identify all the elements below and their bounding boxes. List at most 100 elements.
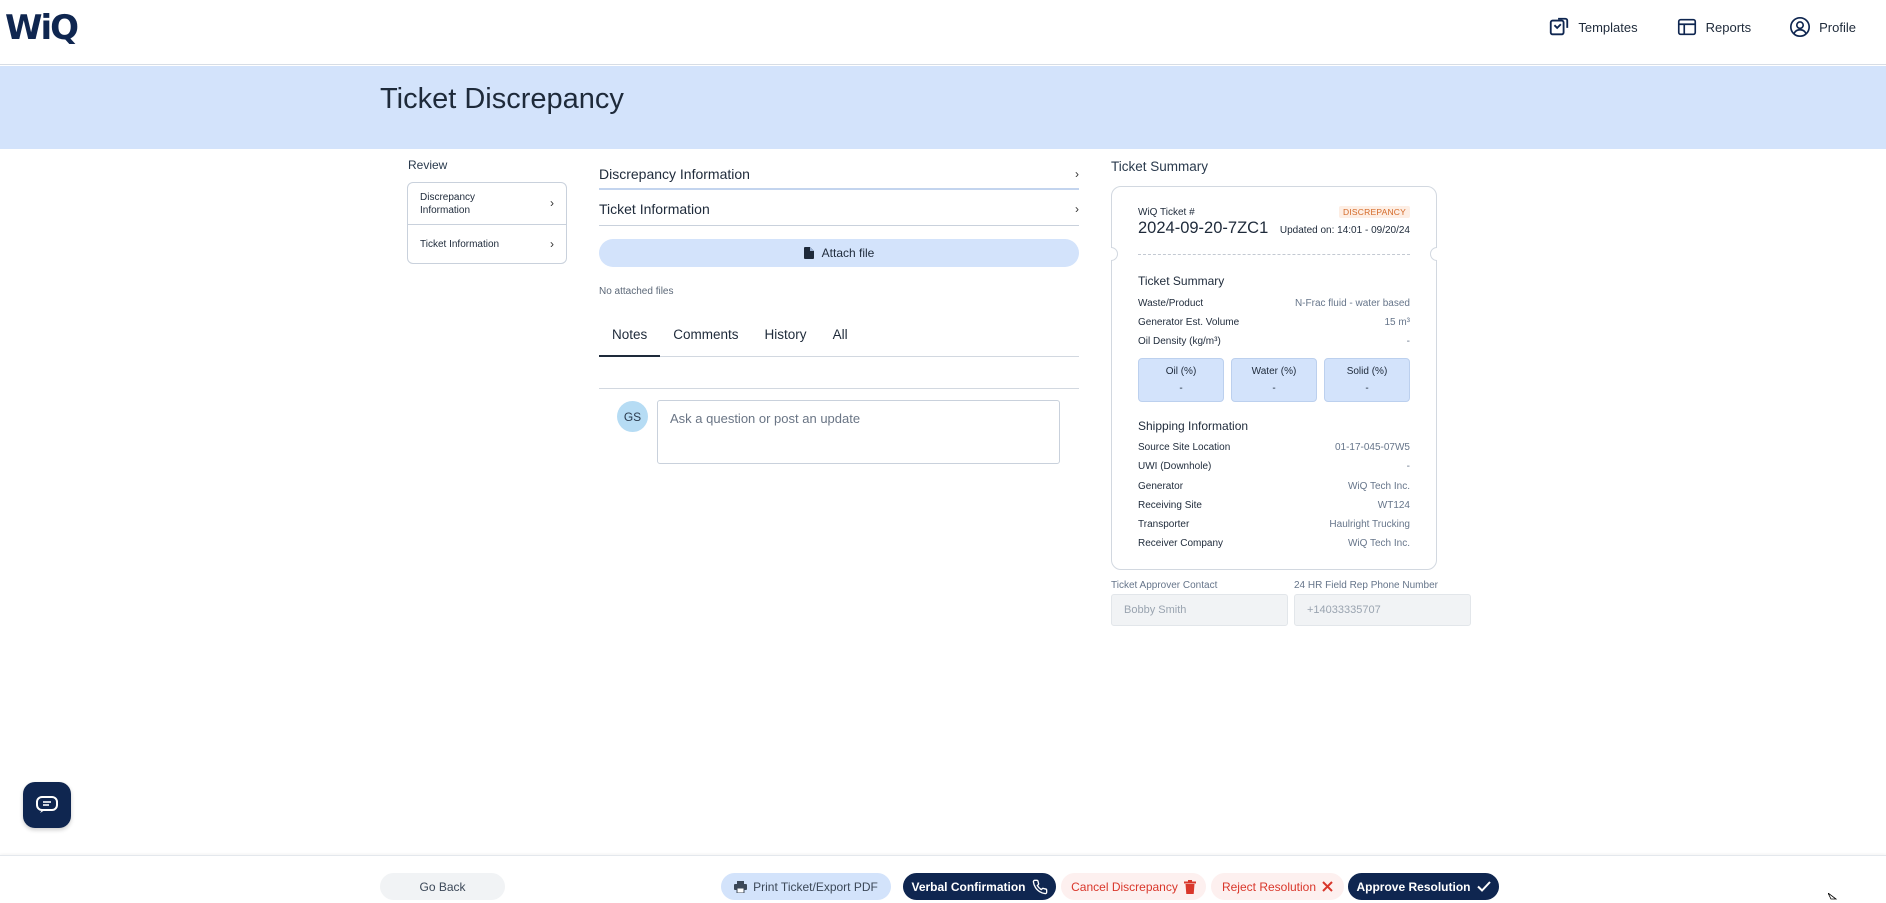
- profile-icon: [1790, 17, 1811, 37]
- divider: [599, 388, 1079, 389]
- chat-button[interactable]: [23, 782, 71, 828]
- printer-icon: [734, 880, 748, 893]
- reject-resolution-button[interactable]: Reject Resolution: [1211, 873, 1344, 900]
- templates-nav[interactable]: Templates: [1548, 16, 1638, 38]
- row-key: Receiving Site: [1138, 500, 1202, 511]
- no-attached-files-text: No attached files: [599, 286, 674, 297]
- top-nav: Templates Reports Profile: [1548, 16, 1856, 38]
- cancel-discrepancy-button[interactable]: Cancel Discrepancy: [1061, 873, 1206, 900]
- water-percent-box: Water (%) -: [1231, 358, 1317, 402]
- print-ticket-button[interactable]: Print Ticket/Export PDF: [721, 873, 891, 900]
- pct-label: Solid (%): [1346, 366, 1388, 377]
- templates-label: Templates: [1578, 19, 1638, 35]
- tab-history[interactable]: History: [752, 325, 820, 357]
- go-back-button[interactable]: Go Back: [380, 873, 505, 900]
- note-input[interactable]: [657, 400, 1060, 464]
- print-ticket-label: Print Ticket/Export PDF: [753, 879, 878, 894]
- shipping-row-uwi: UWI (Downhole) -: [1138, 461, 1410, 472]
- dashed-divider: [1138, 254, 1410, 255]
- reports-label: Reports: [1705, 19, 1752, 35]
- summary-row-generator-volume: Generator Est. Volume 15 m³: [1138, 317, 1410, 328]
- status-badge: DISCREPANCY: [1339, 206, 1410, 218]
- composition-percentages: Oil (%) - Water (%) - Solid (%) -: [1138, 358, 1410, 402]
- row-value: -: [1406, 336, 1410, 347]
- row-value: N-Frac fluid - water based: [1294, 298, 1410, 309]
- review-label: Review: [408, 158, 448, 172]
- ticket-summary-title: Ticket Summary: [1138, 274, 1225, 288]
- field-rep-phone-label: 24 HR Field Rep Phone Number: [1294, 580, 1438, 591]
- approver-contact-field[interactable]: [1111, 594, 1288, 626]
- summary-row-oil-density: Oil Density (kg/m³) -: [1138, 336, 1410, 347]
- phone-icon: [1032, 879, 1047, 894]
- trash-icon: [1183, 879, 1196, 894]
- reports-nav[interactable]: Reports: [1676, 16, 1752, 38]
- go-back-label: Go Back: [419, 879, 466, 894]
- reports-icon: [1677, 18, 1696, 36]
- row-key: Generator: [1138, 481, 1184, 492]
- pct-label: Water (%): [1251, 366, 1297, 377]
- row-key: Receiver Company: [1138, 538, 1224, 549]
- tab-all[interactable]: All: [820, 325, 861, 357]
- row-value: -: [1406, 461, 1410, 472]
- row-key: Source Site Location: [1138, 442, 1231, 453]
- ticket-number: 2024-09-20-7ZC1: [1138, 219, 1269, 237]
- solid-percent-box: Solid (%) -: [1324, 358, 1410, 402]
- row-value: 15 m³: [1384, 317, 1410, 328]
- review-item-label: Ticket Information: [420, 238, 500, 250]
- cancel-discrepancy-label: Cancel Discrepancy: [1071, 879, 1178, 894]
- close-icon: [1322, 881, 1333, 892]
- ticket-information-section[interactable]: Ticket Information ›: [599, 192, 1079, 226]
- profile-label: Profile: [1819, 19, 1856, 35]
- pct-value: -: [1365, 383, 1369, 394]
- review-nav: Discrepancy Information › Ticket Informa…: [407, 182, 567, 264]
- attach-file-button[interactable]: Attach file: [599, 239, 1079, 267]
- wiq-logo[interactable]: WiQ: [5, 8, 79, 48]
- row-key: Oil Density (kg/m³): [1138, 336, 1221, 347]
- row-key: Generator Est. Volume: [1138, 317, 1240, 328]
- chevron-right-icon: ›: [550, 196, 554, 210]
- updated-timestamp: Updated on: 14:01 - 09/20/24: [1279, 225, 1410, 236]
- action-footer: Go Back Print Ticket/Export PDF Verbal C…: [0, 855, 1886, 903]
- attach-file-label: Attach file: [821, 246, 875, 260]
- title-banner: Ticket Discrepancy: [0, 66, 1886, 149]
- approve-resolution-label: Approve Resolution: [1356, 879, 1471, 894]
- pct-label: Oil (%): [1165, 366, 1197, 377]
- oil-percent-box: Oil (%) -: [1138, 358, 1224, 402]
- shipping-information-title: Shipping Information: [1138, 419, 1249, 433]
- tab-notes[interactable]: Notes: [599, 325, 661, 357]
- shipping-row-transporter: Transporter Haulright Trucking: [1138, 519, 1410, 530]
- review-item-label: Discrepancy Information: [420, 191, 476, 216]
- ticket-notch-right: [1430, 247, 1437, 261]
- mouse-cursor-icon: [1828, 893, 1838, 900]
- shipping-row-source-site: Source Site Location 01-17-045-07W5: [1138, 442, 1410, 453]
- verbal-confirmation-button[interactable]: Verbal Confirmation: [903, 873, 1056, 900]
- chevron-right-icon: ›: [1075, 167, 1079, 181]
- verbal-confirmation-label: Verbal Confirmation: [911, 879, 1026, 894]
- reject-resolution-label: Reject Resolution: [1221, 879, 1317, 894]
- tab-comments[interactable]: Comments: [660, 325, 751, 357]
- profile-nav[interactable]: Profile: [1789, 16, 1856, 38]
- row-value: WiQ Tech Inc.: [1347, 481, 1410, 492]
- shipping-row-receiver-company: Receiver Company WiQ Tech Inc.: [1138, 538, 1410, 549]
- review-item-discrepancy-information[interactable]: Discrepancy Information ›: [408, 183, 566, 225]
- note-composer: GS: [599, 400, 1079, 471]
- shipping-row-receiving-site: Receiving Site WT124: [1138, 500, 1410, 511]
- row-value: 01-17-045-07W5: [1334, 442, 1410, 453]
- chat-icon: [36, 796, 58, 813]
- file-icon: [803, 247, 814, 259]
- row-key: Waste/Product: [1138, 298, 1204, 309]
- field-rep-phone-field[interactable]: [1294, 594, 1471, 626]
- row-key: Transporter: [1138, 519, 1190, 530]
- page-title: Ticket Discrepancy: [380, 83, 624, 115]
- ticket-summary-heading: Ticket Summary: [1111, 159, 1209, 174]
- checkmark-icon: [1476, 881, 1491, 892]
- approve-resolution-button[interactable]: Approve Resolution: [1348, 873, 1499, 900]
- avatar: GS: [617, 401, 648, 432]
- row-value: Haulright Trucking: [1329, 519, 1410, 530]
- pct-value: -: [1179, 383, 1183, 394]
- discrepancy-information-section[interactable]: Discrepancy Information ›: [599, 160, 1079, 190]
- row-key: UWI (Downhole): [1138, 461, 1212, 472]
- summary-row-waste-product: Waste/Product N-Frac fluid - water based: [1138, 298, 1410, 309]
- review-item-ticket-information[interactable]: Ticket Information ›: [408, 225, 566, 263]
- pct-value: -: [1272, 383, 1276, 394]
